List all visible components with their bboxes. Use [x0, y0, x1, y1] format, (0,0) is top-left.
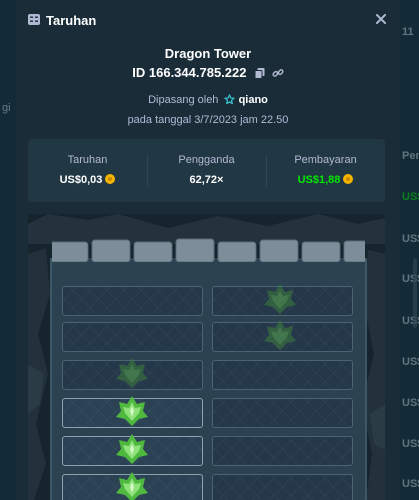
stat-multiplier: Pengganda 62,72× [147, 139, 266, 202]
background-list-item: US$ [402, 397, 419, 409]
multiplier-value: 62,72× [189, 174, 224, 186]
background-scrollbar[interactable] [413, 258, 417, 328]
dragon-egg-icon [264, 320, 296, 350]
background-text: gi [2, 102, 11, 114]
dragon-egg-icon [116, 434, 148, 464]
coin-icon [105, 174, 116, 184]
modal-title: Taruhan [46, 13, 97, 28]
username-link[interactable]: qiano [239, 94, 268, 106]
tower-tile [212, 436, 353, 466]
background-list-item: US$ [402, 191, 419, 203]
placed-by: Dipasang oleh qiano [16, 94, 400, 108]
dragon-egg-icon [264, 284, 296, 314]
bet-id: ID 166.344.785.222 [132, 65, 247, 80]
stat-bet: Taruhan US$0,03 [28, 139, 147, 202]
background-list-item: US$ [402, 356, 419, 368]
background-list-item: US$ [402, 478, 419, 490]
close-icon[interactable] [374, 12, 388, 26]
tower-tile [62, 322, 203, 352]
background-left-panel: gi [0, 0, 16, 500]
star-icon [223, 94, 235, 108]
tower-tile [62, 286, 203, 316]
game-name: Dragon Tower [164, 46, 252, 61]
dragon-egg-icon [116, 472, 148, 500]
background-list-item: US$ [402, 438, 419, 450]
bet-id-row: ID 166.344.785.222 [16, 65, 400, 82]
placed-date: pada tanggal 3/7/2023 jam 22.50 [127, 114, 289, 126]
dragon-egg-icon [116, 396, 148, 426]
bet-slip-icon [28, 14, 40, 25]
stat-label: Taruhan [67, 154, 108, 166]
background-list-item: US$ [402, 233, 419, 245]
tower-battlement [52, 238, 365, 262]
stat-value: US$1,88 [266, 174, 385, 186]
stat-label: Pembayaran [294, 154, 357, 166]
stat-payout: Pembayaran US$1,88 [266, 139, 385, 202]
modal-header: Taruhan [16, 0, 400, 40]
background-right-panel: 11 Pem US$ US$ US$ US$ US$ US$ US$ US$ [400, 0, 419, 500]
placed-by-label: Dipasang oleh [148, 94, 219, 106]
coin-icon [343, 174, 354, 184]
bet-details-modal: Taruhan Dragon Tower ID 166.344.785.222 … [16, 0, 400, 500]
dragon-egg-icon [116, 358, 148, 388]
bet-stats-panel: Taruhan US$0,03 Pengganda 62,72× Pembaya… [28, 139, 385, 202]
tower-tile [212, 360, 353, 390]
background-list-item: Pem [402, 150, 419, 162]
payout-amount: US$1,88 [297, 174, 341, 186]
stat-value: US$0,03 [28, 174, 147, 186]
tower [50, 238, 367, 500]
bet-amount: US$0,03 [59, 174, 103, 186]
tower-tile [212, 474, 353, 500]
copy-icon[interactable] [254, 67, 266, 82]
background-list-item: 11 [402, 26, 414, 38]
dragon-tower-board [28, 214, 385, 500]
tower-tile [212, 398, 353, 428]
link-icon[interactable] [272, 67, 284, 82]
stat-label: Pengganda [178, 154, 235, 166]
